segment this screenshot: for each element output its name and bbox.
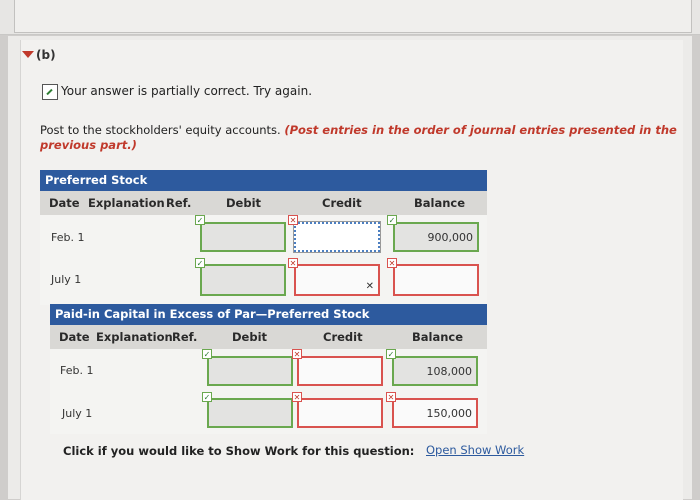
incorrect-mark-icon: ✕: [386, 392, 396, 402]
collapse-caret-icon[interactable]: [22, 51, 34, 58]
balance-input[interactable]: 900,000: [393, 222, 479, 252]
balance-value: 150,000: [426, 407, 473, 420]
correct-mark-icon: ✓: [202, 392, 212, 402]
credit-input[interactable]: [293, 221, 381, 253]
account-title: Paid-in Capital in Excess of Par—Preferr…: [50, 304, 487, 325]
debit-input[interactable]: [200, 264, 286, 296]
top-bar: [0, 0, 700, 35]
balance-input[interactable]: [393, 264, 479, 296]
incorrect-mark-icon: ✕: [292, 392, 302, 402]
balance-input[interactable]: 150,000: [392, 398, 478, 428]
incorrect-mark-icon: ✕: [387, 258, 397, 268]
balance-input[interactable]: 108,000: [392, 356, 478, 386]
show-work-prompt: Click if you would like to Show Work for…: [63, 444, 415, 458]
balance-value: 900,000: [427, 231, 474, 244]
row-date: July 1: [62, 407, 93, 420]
credit-input[interactable]: ✕: [294, 264, 380, 296]
header-date: Date: [59, 330, 90, 344]
debit-input[interactable]: [200, 222, 286, 252]
account-title: Preferred Stock: [40, 170, 487, 191]
correct-mark-icon: ✓: [195, 258, 205, 268]
header-balance: Balance: [414, 196, 466, 210]
header-ref: Ref.: [172, 330, 198, 344]
open-show-work-link[interactable]: Open Show Work: [426, 443, 524, 457]
header-credit: Credit: [323, 330, 363, 344]
credit-input[interactable]: [297, 356, 383, 386]
incorrect-mark-icon: ✕: [365, 281, 374, 292]
correct-mark-icon: ✓: [202, 349, 212, 359]
balance-value: 108,000: [426, 365, 473, 378]
header-debit: Debit: [232, 330, 268, 344]
incorrect-mark-icon: ✕: [292, 349, 302, 359]
account-header-row: Date Explanation Ref. Debit Credit Balan…: [40, 191, 487, 215]
header-explanation: Explanation: [88, 196, 165, 210]
correct-mark-icon: ✓: [195, 215, 205, 225]
instructions: Post to the stockholders' equity account…: [40, 123, 690, 153]
header-debit: Debit: [226, 196, 262, 210]
header-credit: Credit: [322, 196, 362, 210]
credit-input[interactable]: [297, 398, 383, 428]
header-ref: Ref.: [166, 196, 192, 210]
correct-mark-icon: ✓: [387, 215, 397, 225]
debit-input[interactable]: [207, 356, 293, 386]
account-header-row: Date Explanation Ref. Debit Credit Balan…: [50, 325, 487, 349]
header-balance: Balance: [412, 330, 464, 344]
part-label[interactable]: (b): [36, 48, 56, 62]
correct-mark-icon: ✓: [386, 349, 396, 359]
header-date: Date: [49, 196, 80, 210]
incorrect-mark-icon: ✕: [288, 258, 298, 268]
row-date: July 1: [51, 273, 82, 286]
row-date: Feb. 1: [51, 231, 85, 244]
row-date: Feb. 1: [60, 364, 94, 377]
incorrect-mark-icon: ✕: [288, 215, 298, 225]
top-bar-box: [14, 0, 692, 33]
partially-correct-icon: [42, 84, 58, 100]
debit-input[interactable]: [207, 398, 293, 428]
header-explanation: Explanation: [96, 330, 173, 344]
instruction-lead: Post to the stockholders' equity account…: [40, 123, 285, 137]
status-message: Your answer is partially correct. Try ag…: [61, 84, 313, 98]
